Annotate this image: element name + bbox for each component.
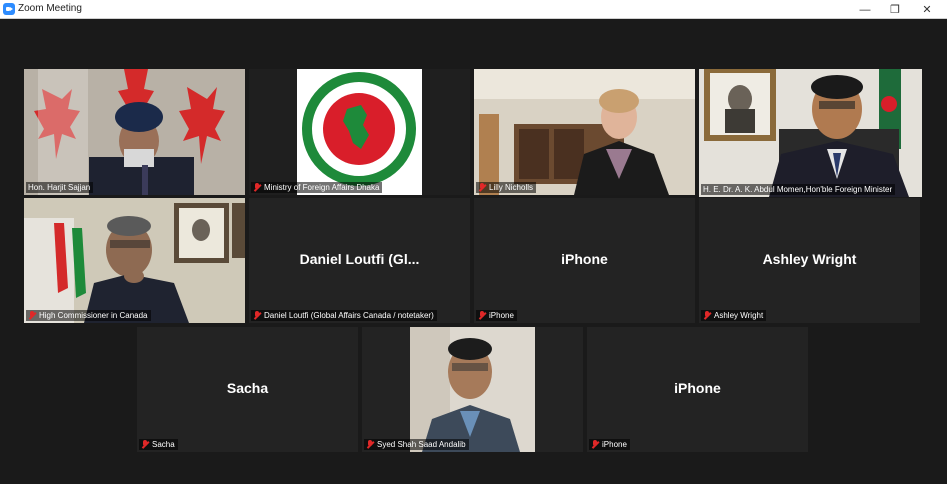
participant-video: [699, 69, 922, 197]
muted-mic-icon: [703, 311, 711, 320]
participant-name-tag: Syed Shah Saad Andalib: [364, 439, 469, 450]
participant-name-tag: iPhone: [589, 439, 630, 450]
ministry-seal-image: [249, 69, 470, 195]
participant-tile[interactable]: Hon. Harjit Sajjan: [24, 69, 245, 195]
participant-video: [24, 198, 245, 323]
participant-display-name: iPhone: [674, 379, 721, 396]
participant-tile[interactable]: Ashley Wright Ashley Wright: [699, 198, 920, 323]
participant-name-tag: Daniel Loutfi (Global Affairs Canada / n…: [251, 310, 437, 321]
participant-display-name: Daniel Loutfi (Gl...: [299, 250, 420, 267]
participant-name-tag: iPhone: [476, 310, 517, 321]
window-title: Zoom Meeting: [18, 3, 82, 14]
participant-tile[interactable]: Lilly Nicholls: [474, 69, 695, 195]
participant-name-tag: Ashley Wright: [701, 310, 767, 321]
participant-tile-active-speaker[interactable]: H. E. Dr. A. K. Abdul Momen,Hon'ble Fore…: [699, 69, 922, 197]
muted-mic-icon: [28, 311, 36, 320]
participant-tile[interactable]: iPhone iPhone: [474, 198, 695, 323]
participant-tile[interactable]: Daniel Loutfi (Gl... Daniel Loutfi (Glob…: [249, 198, 470, 323]
video-gallery: Hon. Harjit Sajjan Ministry of Foreign A…: [0, 20, 947, 484]
participant-tile[interactable]: Syed Shah Saad Andalib: [362, 327, 583, 452]
muted-mic-icon: [591, 440, 599, 449]
title-bar: Zoom Meeting — ❐ ✕: [0, 0, 947, 19]
participant-name-tag: Ministry of Foreign Affairs Dhaka: [251, 182, 383, 193]
muted-mic-icon: [478, 183, 486, 192]
participant-tile[interactable]: High Commissioner in Canada: [24, 198, 245, 323]
participant-name-tag: Hon. Harjit Sajjan: [26, 182, 94, 193]
participant-tile[interactable]: Sacha Sacha: [137, 327, 358, 452]
participant-name-tag: Sacha: [139, 439, 178, 450]
minimize-button[interactable]: —: [850, 0, 880, 19]
muted-mic-icon: [478, 311, 486, 320]
participant-video: [474, 69, 695, 195]
participant-name-tag: H. E. Dr. A. K. Abdul Momen,Hon'ble Fore…: [701, 184, 896, 195]
close-button[interactable]: ✕: [912, 0, 942, 19]
muted-mic-icon: [141, 440, 149, 449]
participant-name-tag: Lilly Nicholls: [476, 182, 537, 193]
muted-mic-icon: [253, 183, 261, 192]
muted-mic-icon: [253, 311, 261, 320]
participant-video: [24, 69, 245, 195]
restore-button[interactable]: ❐: [880, 0, 910, 19]
participant-tile[interactable]: iPhone iPhone: [587, 327, 808, 452]
participant-display-name: iPhone: [561, 250, 608, 267]
muted-mic-icon: [366, 440, 374, 449]
participant-tile[interactable]: Ministry of Foreign Affairs Dhaka: [249, 69, 470, 195]
participant-display-name: Ashley Wright: [762, 250, 857, 267]
participant-video: [362, 327, 583, 452]
zoom-app-icon: [3, 3, 15, 15]
participant-name-tag: High Commissioner in Canada: [26, 310, 151, 321]
participant-display-name: Sacha: [226, 379, 269, 396]
